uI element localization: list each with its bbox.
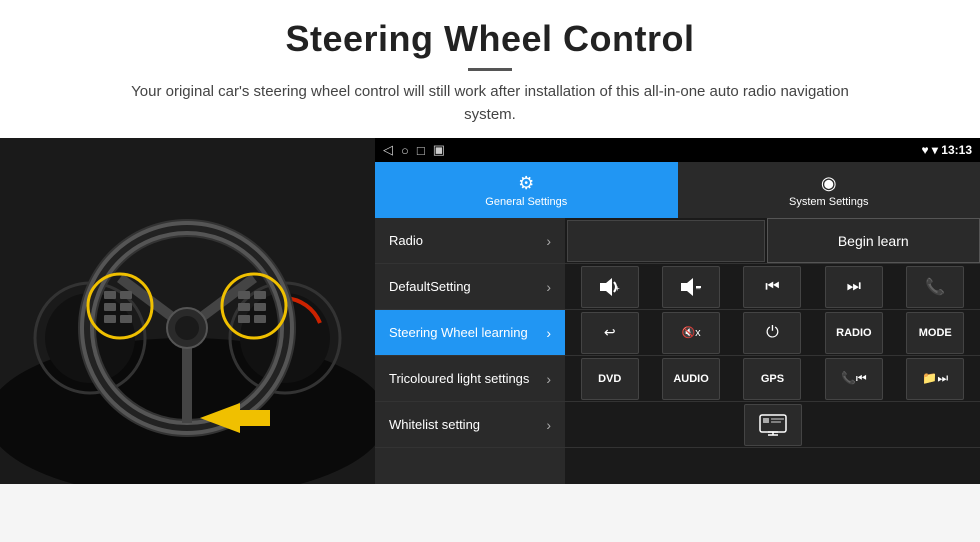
clock: 13:13 (941, 143, 972, 157)
volume-down-button[interactable]: – (662, 266, 720, 308)
svg-text:–: – (696, 284, 701, 293)
next-track-button[interactable]: ⏭ (825, 266, 883, 308)
hangup-button[interactable]: ↩ (581, 312, 639, 354)
chevron-right-icon: › (546, 325, 551, 341)
skip-next-button[interactable]: 📁⏭ (906, 358, 964, 400)
android-ui: ◁ ○ □ ▣ ♥ ▾ 13:13 ⚙ General Settings ◉ S… (375, 138, 980, 484)
status-right: ♥ ▾ 13:13 (921, 143, 972, 157)
menu-item-defaultsetting[interactable]: DefaultSetting › (375, 264, 565, 310)
svg-text:+: + (615, 284, 620, 293)
control-row-3: ↩ 🔇x ⏻ RADIO MODE (565, 310, 980, 356)
media-controls-row: + – ⏮ ⏭ 📞 (565, 264, 980, 310)
menu-list: Radio › DefaultSetting › Steering Wheel … (375, 218, 565, 484)
chevron-right-icon: › (546, 371, 551, 387)
control-panel: Begin learn + – ⏮ ⏭ 📞 (565, 218, 980, 484)
title-divider (468, 68, 512, 71)
menu-area: Radio › DefaultSetting › Steering Wheel … (375, 218, 980, 484)
mute-button[interactable]: 🔇x (662, 312, 720, 354)
chevron-right-icon: › (546, 279, 551, 295)
power-button[interactable]: ⏻ (743, 312, 801, 354)
content-row: ◁ ○ □ ▣ ♥ ▾ 13:13 ⚙ General Settings ◉ S… (0, 138, 980, 484)
display-controls-row (565, 402, 980, 448)
system-icon: ◉ (821, 173, 837, 194)
home-icon[interactable]: ○ (401, 143, 409, 158)
tab-system[interactable]: ◉ System Settings (678, 162, 980, 218)
recents-icon[interactable]: □ (417, 143, 425, 158)
gps-button[interactable]: GPS (743, 358, 801, 400)
chevron-right-icon: › (546, 417, 551, 433)
status-bar: ◁ ○ □ ▣ ♥ ▾ 13:13 (375, 138, 980, 162)
page-title: Steering Wheel Control (40, 18, 940, 60)
top-section: Steering Wheel Control Your original car… (0, 0, 980, 138)
tab-system-label: System Settings (789, 196, 868, 208)
signal-icons: ♥ ▾ (921, 143, 941, 157)
prev-track-button[interactable]: ⏮ (743, 266, 801, 308)
mode-button[interactable]: MODE (906, 312, 964, 354)
tab-general[interactable]: ⚙ General Settings (375, 162, 678, 218)
function-controls-row: ↩ 🔇x ⏻ RADIO MODE (565, 310, 980, 356)
menu-item-whitelist[interactable]: Whitelist setting › (375, 402, 565, 448)
nav-icons: ◁ ○ □ ▣ (383, 142, 445, 158)
tab-bar: ⚙ General Settings ◉ System Settings (375, 162, 980, 218)
back-icon[interactable]: ◁ (383, 142, 393, 158)
control-row-5 (565, 402, 980, 448)
phone-prev-button[interactable]: 📞⏮ (825, 358, 883, 400)
key-input-box[interactable] (567, 220, 765, 262)
source-controls-row: DVD AUDIO GPS 📞⏮ 📁⏭ (565, 356, 980, 402)
control-row-2: + – ⏮ ⏭ 📞 (565, 264, 980, 310)
volume-up-button[interactable]: + (581, 266, 639, 308)
audio-button[interactable]: AUDIO (662, 358, 720, 400)
screenshot-icon[interactable]: ▣ (433, 142, 445, 158)
radio-button[interactable]: RADIO (825, 312, 883, 354)
steering-wheel-image (0, 138, 375, 484)
menu-item-radio[interactable]: Radio › (375, 218, 565, 264)
display-button[interactable] (744, 404, 802, 446)
control-row-1: Begin learn (565, 218, 980, 264)
phone-button[interactable]: 📞 (906, 266, 964, 308)
subtitle-text: Your original car's steering wheel contr… (110, 81, 870, 126)
dvd-button[interactable]: DVD (581, 358, 639, 400)
begin-learn-button[interactable]: Begin learn (767, 218, 980, 263)
menu-item-steering[interactable]: Steering Wheel learning › (375, 310, 565, 356)
chevron-right-icon: › (546, 233, 551, 249)
control-row-4: DVD AUDIO GPS 📞⏮ 📁⏭ (565, 356, 980, 402)
gear-icon: ⚙ (518, 173, 534, 194)
menu-item-tricoloured[interactable]: Tricoloured light settings › (375, 356, 565, 402)
tab-general-label: General Settings (485, 196, 567, 208)
